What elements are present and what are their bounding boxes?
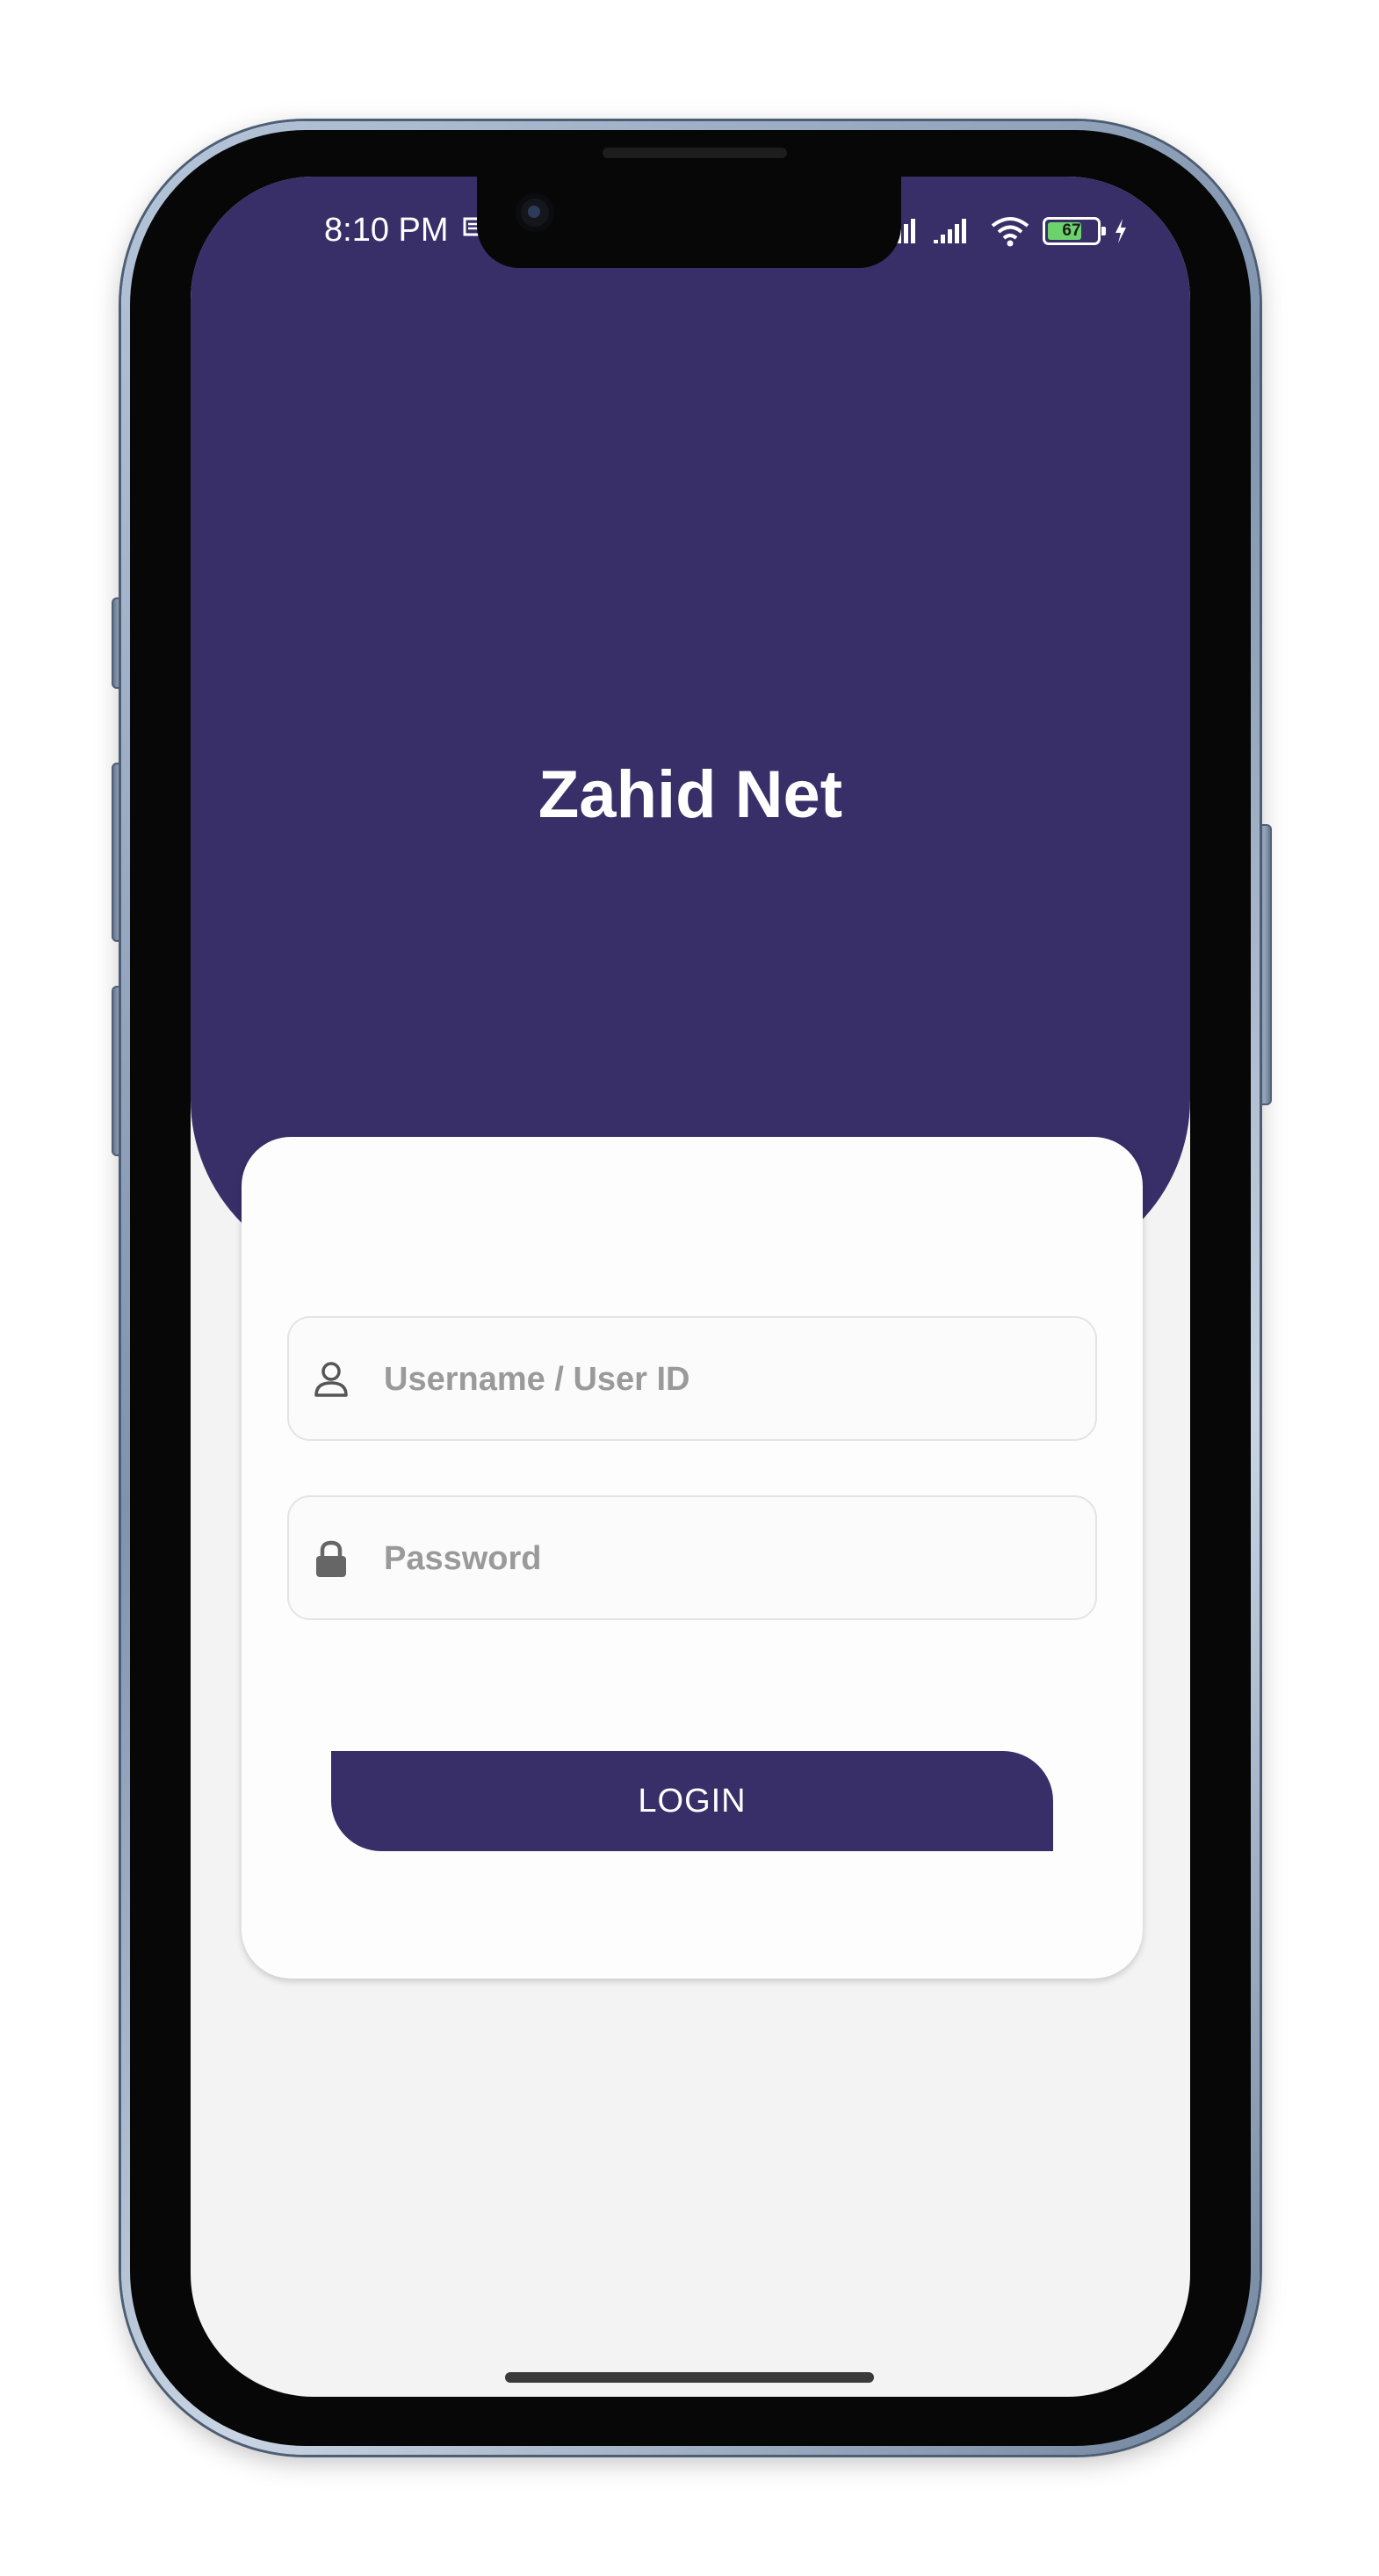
password-input[interactable] bbox=[382, 1497, 1071, 1620]
status-icons: 67 bbox=[884, 212, 1129, 250]
username-field[interactable] bbox=[287, 1316, 1097, 1441]
battery-icon: 67 bbox=[1043, 217, 1106, 245]
user-icon bbox=[314, 1362, 348, 1397]
phone-screen: 8:10 PM 67 Zahid Net Username / User ID … bbox=[191, 177, 1190, 2397]
home-indicator[interactable] bbox=[505, 2372, 874, 2383]
login-card: LOGIN bbox=[242, 1137, 1143, 1979]
phone-speaker bbox=[603, 148, 787, 158]
signal-icon bbox=[934, 219, 966, 243]
wifi-icon bbox=[991, 217, 1029, 247]
status-time: 8:10 PM bbox=[324, 212, 449, 249]
app-header: 8:10 PM 67 Zahid Net bbox=[191, 177, 1190, 1275]
password-field[interactable] bbox=[287, 1495, 1097, 1620]
username-input[interactable] bbox=[382, 1318, 1071, 1441]
app-title: Zahid Net bbox=[538, 757, 843, 832]
battery-level: 67 bbox=[1062, 221, 1081, 240]
login-button-label: LOGIN bbox=[638, 1782, 747, 1820]
login-button[interactable]: LOGIN bbox=[331, 1751, 1053, 1851]
charging-icon bbox=[1115, 219, 1126, 243]
device-mockup: 8:10 PM 67 Zahid Net Username / User ID … bbox=[0, 0, 1379, 2576]
front-camera bbox=[516, 193, 554, 232]
lock-icon bbox=[316, 1540, 346, 1577]
